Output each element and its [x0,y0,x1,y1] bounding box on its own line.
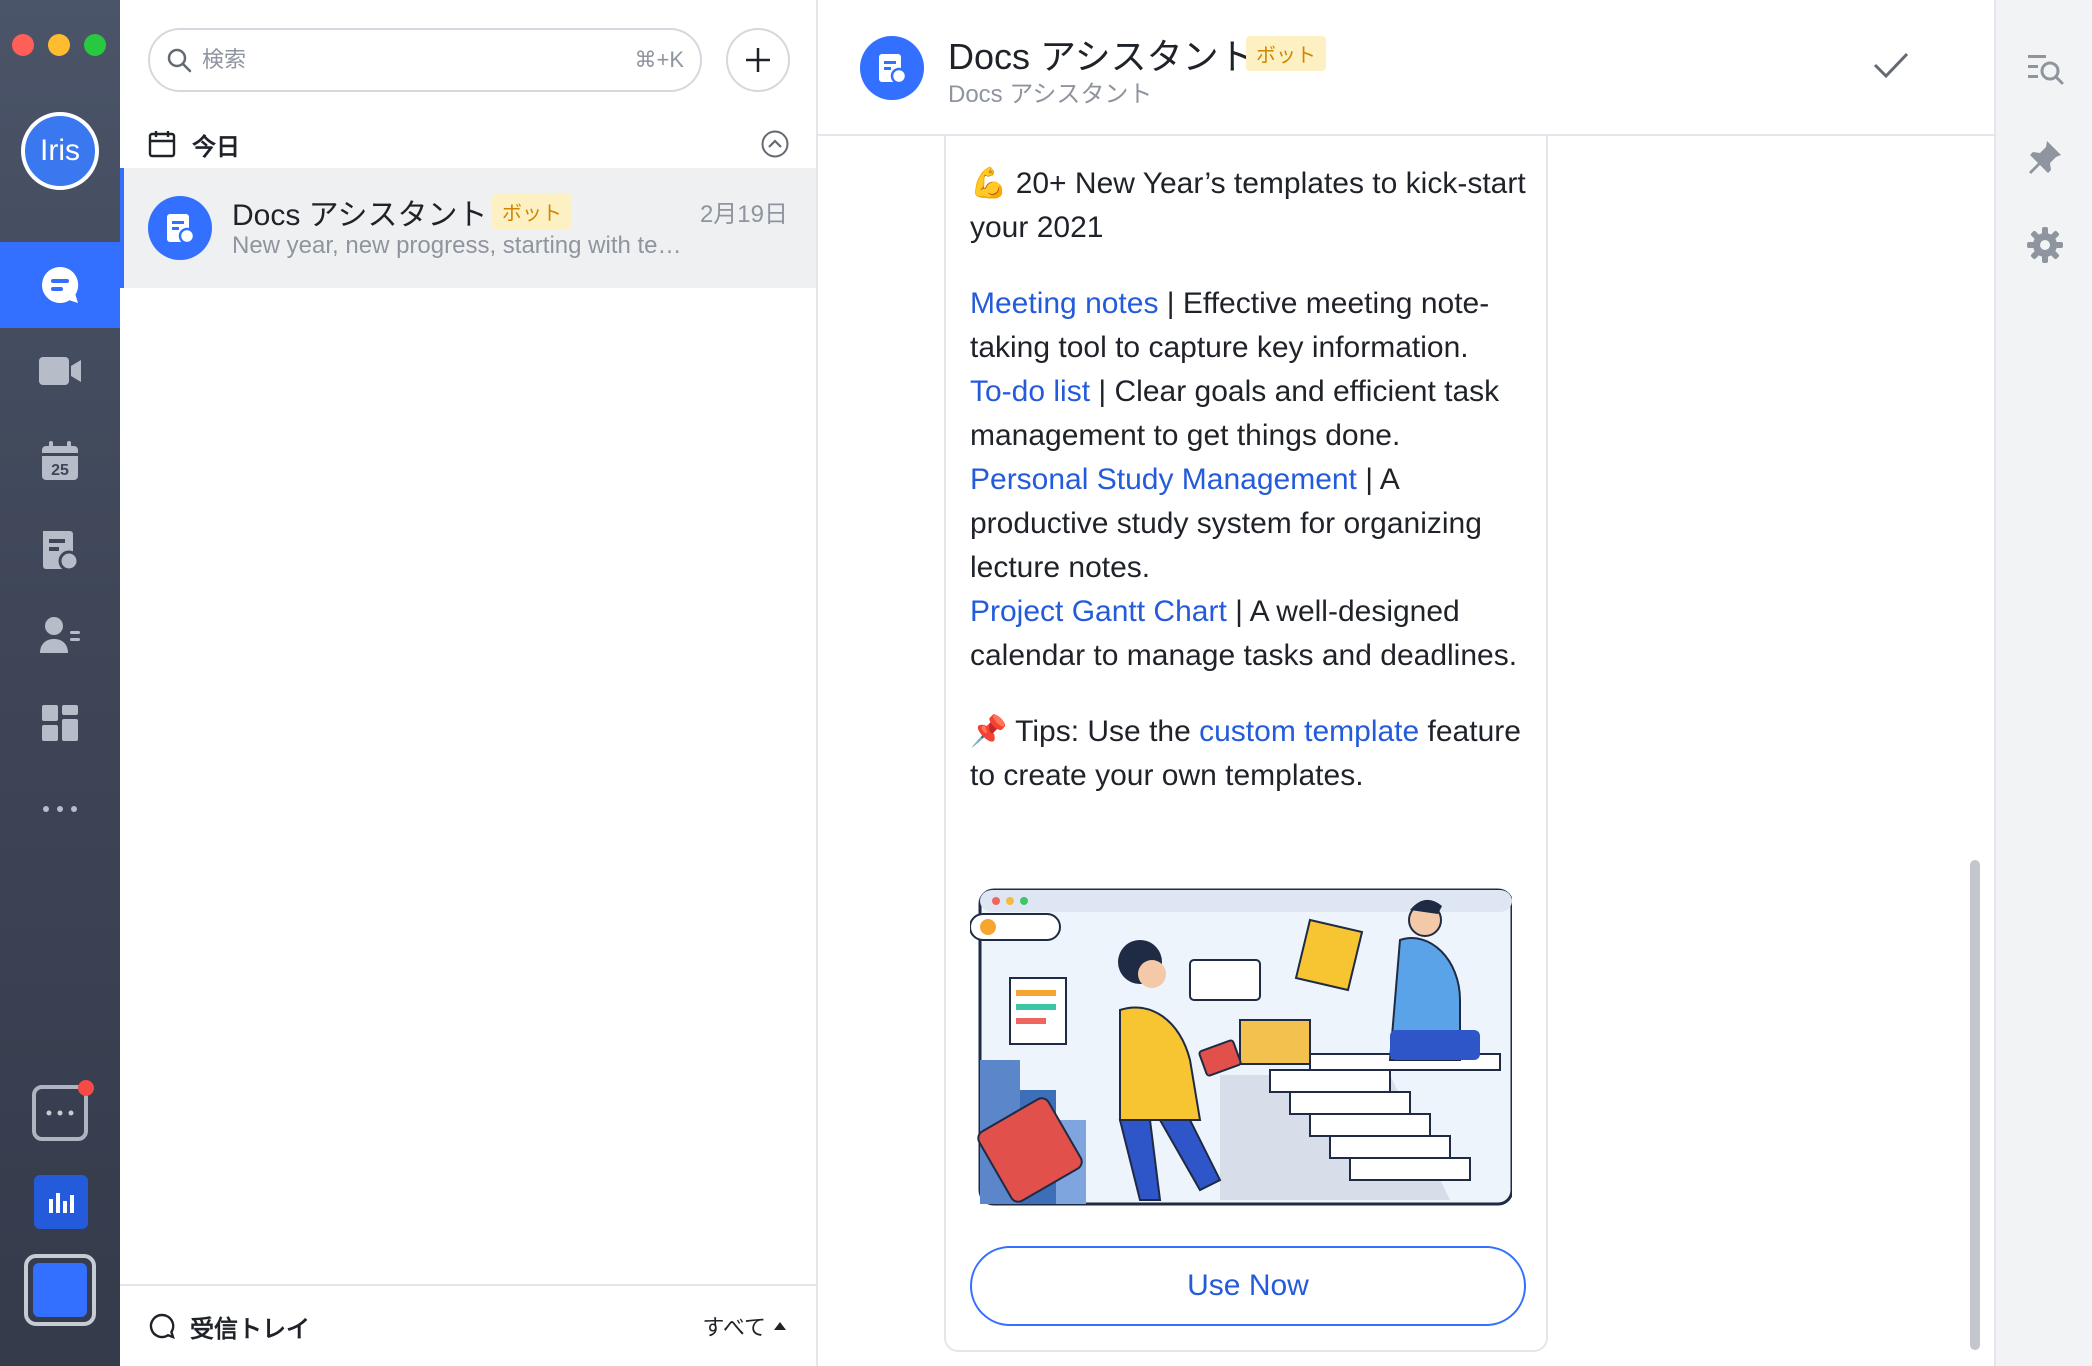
notification-dot [78,1080,94,1096]
workspace-switcher[interactable] [24,1254,96,1326]
template-link-todo-list[interactable]: To-do list [970,375,1090,408]
use-now-button[interactable]: Use Now [970,1246,1526,1326]
rail-item-docs[interactable] [0,506,120,592]
rail-item-video[interactable] [0,328,120,414]
svg-text:25: 25 [51,462,69,479]
new-year-illustration [970,888,1512,1206]
rail-item-more[interactable] [0,784,120,834]
conversation-pane: 💪 20+ New Year’s templates to kick-start… [818,0,1994,1366]
chat-item-name: Docs アシスタント [232,199,488,232]
document-cloud-icon [43,531,80,571]
chat-list-panel: ⌘+K 今日 Docs アシスタント ボット [120,0,818,1366]
rail-item-messenger[interactable] [0,242,120,328]
user-avatar[interactable]: Iris [21,112,99,190]
inbox-label[interactable]: 受信トレイ [190,1309,310,1344]
section-title: 今日 [192,133,240,161]
separator: | [1356,463,1380,496]
docs-bot-icon [879,54,908,85]
bar-chart-icon [49,1193,74,1213]
rail-item-calendar[interactable]: 25 [0,418,120,504]
window-minimize-button[interactable] [48,34,70,56]
chat-bubble-icon [42,266,79,303]
template-link-gantt-chart[interactable]: Project Gantt Chart [970,595,1227,628]
search-box[interactable]: ⌘+K [148,28,702,92]
template-item: Project Gantt Chart | A well-designed ca… [970,590,1526,678]
inbox-bar: 受信トレイ すべて [120,1284,816,1366]
calendar-icon: 25 [42,441,78,480]
new-chat-button[interactable] [726,28,790,92]
video-camera-icon [39,357,81,385]
ellipsis-icon [46,1110,74,1116]
inbox-filter-value: すべて [702,1315,766,1340]
bot-badge: ボット [1246,36,1326,71]
card-intro: 💪 20+ New Year’s templates to kick-start… [970,167,1526,244]
contacts-icon [40,617,80,653]
conversation-title: Docs アシスタント [948,36,1255,77]
template-message-card: 💪 20+ New Year’s templates to kick-start… [944,120,1548,1352]
search-input[interactable] [202,47,635,73]
template-link-meeting-notes[interactable]: Meeting notes [970,287,1158,320]
right-toolbar [1994,0,2092,1366]
chat-item-preview: New year, new progress, starting with te… [232,232,682,259]
rail-analytics-button[interactable] [34,1175,88,1229]
plus-icon [746,48,770,72]
search-list-icon [2028,55,2064,85]
window-maximize-button[interactable] [84,34,106,56]
chat-item-date: 2月19日 [699,201,788,228]
custom-template-link[interactable]: custom template [1199,715,1419,748]
pin-icon [2029,141,2061,174]
conversation-subtitle: Docs アシスタント [948,81,1153,108]
app-grid-icon [42,705,78,741]
message-scrollbar[interactable] [1970,860,1980,1350]
template-item: Personal Study Management | A productive… [970,458,1526,590]
caret-up-icon [774,1322,786,1330]
conversation-avatar[interactable] [860,36,924,100]
template-item: Meeting notes | Effective meeting note-t… [970,282,1526,370]
tips-prefix: 📌 Tips: Use the [970,715,1200,748]
settings-button[interactable] [2022,222,2068,268]
gear-icon [2027,227,2063,263]
card-tips: 📌 Tips: Use the custom template feature … [970,710,1526,798]
checkmark-icon[interactable] [1872,50,1910,80]
card-body: 💪 20+ New Year’s templates to kick-start… [970,162,1526,830]
bot-badge: ボット [492,194,572,229]
section-header-today: 今日 [148,124,790,164]
template-link-personal-study[interactable]: Personal Study Management [970,463,1357,496]
pin-button[interactable] [2022,134,2068,180]
separator: | [1158,287,1183,320]
conversation-header: Docs アシスタント ボット Docs アシスタント [818,0,1994,136]
inbox-bubble-icon [149,1313,175,1339]
template-item: To-do list | Clear goals and efficient t… [970,370,1526,458]
docs-bot-icon [167,214,196,245]
chat-item-avatar [148,196,212,260]
calendar-small-icon [148,131,176,158]
inbox-filter-dropdown[interactable]: すべて [702,1310,788,1342]
search-history-button[interactable] [2022,46,2068,92]
separator: | [1090,375,1115,408]
collapse-section-icon[interactable] [760,129,790,159]
template-list: Meeting notes | Effective meeting note-t… [970,282,1526,678]
app-nav-rail: Iris 25 [0,0,120,1366]
user-avatar-initials: Iris [40,134,80,167]
rail-item-contacts[interactable] [0,592,120,678]
separator: | [1226,595,1250,628]
search-icon [167,48,192,73]
window-close-button[interactable] [12,34,34,56]
rail-item-workplace[interactable] [0,680,120,766]
search-shortcut-hint: ⌘+K [634,47,684,72]
workspace-logo [33,1263,87,1317]
more-dots-icon [43,806,77,812]
chat-list-item[interactable]: Docs アシスタント ボット 2月19日 New year, new prog… [120,168,816,288]
